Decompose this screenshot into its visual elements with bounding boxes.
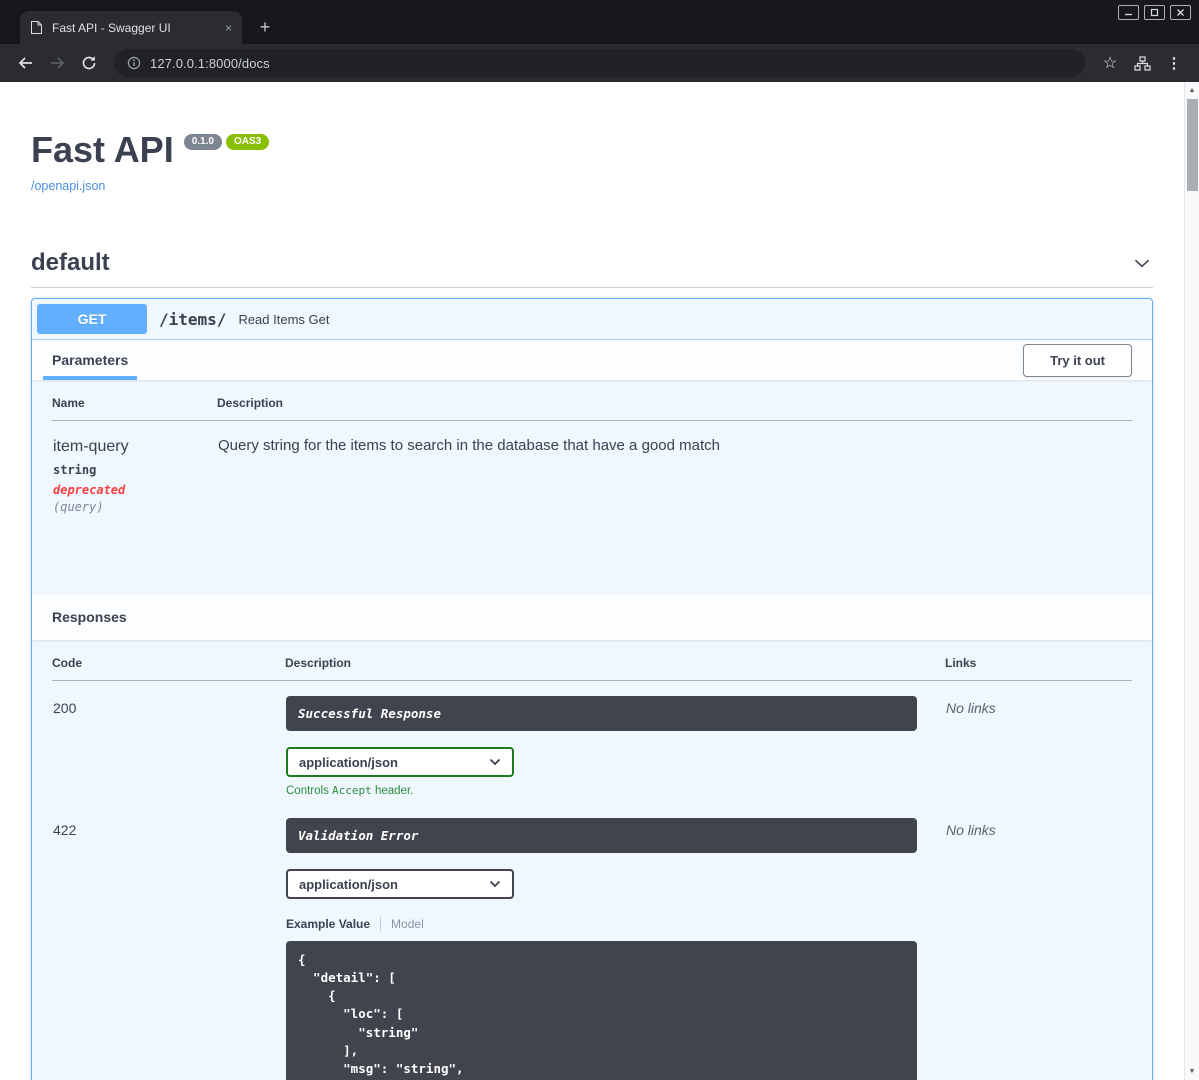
response-description-box: Validation Error [286,818,917,853]
maximize-button[interactable] [1144,5,1165,20]
forward-button[interactable] [44,50,70,76]
window-titlebar: Fast API - Swagger UI × + [0,0,1199,44]
scroll-down-icon[interactable]: ▼ [1189,1065,1196,1080]
example-model-tabs: Example Value Model [286,917,944,931]
parameters-tab: Parameters [43,340,138,380]
media-type-select[interactable]: application/json [286,869,514,899]
response-row-200: 200 Successful Response application/json… [52,681,1132,804]
try-it-out-button[interactable]: Try it out [1023,343,1132,377]
accept-header-note: Controls Accept header. [286,784,414,797]
col-header-code: Code [52,644,285,681]
page-icon [30,20,43,35]
url-bar[interactable]: 127.0.0.1:8000/docs [114,49,1085,77]
scroll-thumb[interactable] [1186,99,1198,191]
new-tab-button[interactable]: + [252,14,278,40]
tab-close-icon[interactable]: × [225,22,232,34]
close-button[interactable] [1170,5,1191,20]
col-header-resp-description: Description [285,644,945,681]
api-badges: 0.1.0 OAS3 [183,134,270,150]
oas-badge: OAS3 [225,134,270,150]
api-header: Fast API 0.1.0 OAS3 [31,82,1153,168]
param-type: string [53,463,97,477]
response-description-box: Successful Response [286,696,917,731]
minimize-button[interactable] [1118,5,1139,20]
swagger-ui: Fast API 0.1.0 OAS3 /openapi.json defaul… [0,82,1184,1080]
param-location: (query) [53,500,104,514]
responses-table: Code Description Links 200 Successful Re… [52,644,1132,1080]
responses-header: Responses [32,594,1152,640]
browser-navbar: 127.0.0.1:8000/docs ☆ ⋮ [0,44,1199,82]
param-description: Query string for the items to search in … [218,437,720,454]
responses-body: Code Description Links 200 Successful Re… [32,640,1152,1080]
version-badge: 0.1.0 [183,134,222,150]
tab-title: Fast API - Swagger UI [52,20,171,35]
response-code: 200 [53,700,77,716]
param-name: item-query [53,438,129,455]
col-header-description: Description [217,384,1132,421]
col-header-links: Links [945,644,1132,681]
scroll-up-icon[interactable]: ▲ [1189,82,1196,97]
reload-button[interactable] [76,50,102,76]
window-controls [1118,5,1191,20]
openapi-spec-link[interactable]: /openapi.json [31,179,105,193]
parameters-body: Name Description item-query string depre… [32,380,1152,594]
col-header-name: Name [52,384,217,421]
responses-heading: Responses [52,609,127,625]
media-type-value: application/json [299,754,398,770]
response-code: 422 [53,822,77,838]
api-title: Fast API [31,129,174,170]
media-type-select[interactable]: application/json [286,747,514,777]
parameters-header: Parameters Try it out [32,340,1152,380]
tag-section-header[interactable]: default [31,249,1153,288]
chevron-down-icon[interactable] [1131,252,1153,274]
extensions-icon[interactable] [1129,50,1155,76]
scrollbar[interactable]: ▲ ▼ [1184,82,1199,1080]
media-type-value: application/json [299,876,398,892]
get-method-badge: GET [37,304,147,334]
parameter-row: item-query string deprecated (query) Que… [52,421,1132,516]
browser-tab[interactable]: Fast API - Swagger UI × [20,11,242,44]
chevron-down-icon [489,758,501,766]
param-deprecated-label: deprecated [53,483,126,497]
response-row-422: 422 Validation Error application/json Ex… [52,803,1132,1080]
chevron-down-icon [489,880,501,888]
response-links: No links [946,822,996,838]
response-links: No links [946,700,996,716]
tag-title: default [31,249,110,276]
opblock-get-items: GET /items/ Read Items Get Parameters Tr… [31,298,1153,1080]
tab-model[interactable]: Model [391,917,424,931]
tab-separator [380,917,382,931]
back-button[interactable] [12,50,38,76]
example-json-box: { "detail": [ { "loc": [ "string" ], "ms… [286,941,917,1080]
menu-icon[interactable]: ⋮ [1161,50,1187,76]
url-text[interactable]: 127.0.0.1:8000/docs [150,56,270,71]
accept-code: Accept [332,784,372,797]
site-info-icon[interactable] [127,56,141,70]
bookmark-star-icon[interactable]: ☆ [1097,50,1123,76]
page-content: ▲ ▼ Fast API 0.1.0 OAS3 /openapi.json de… [0,82,1199,1080]
tab-example-value[interactable]: Example Value [286,917,370,931]
opblock-summary[interactable]: GET /items/ Read Items Get [32,299,1152,340]
endpoint-summary: Read Items Get [238,311,330,327]
parameters-table: Name Description item-query string depre… [52,384,1132,515]
endpoint-path: /items/ [159,309,227,329]
